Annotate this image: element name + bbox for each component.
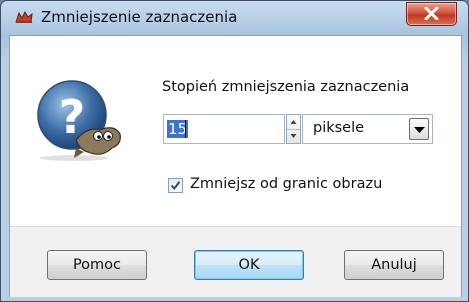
- text-caret: [185, 120, 186, 138]
- help-question-wilber-icon: ?: [36, 78, 124, 162]
- ok-button[interactable]: OK: [194, 250, 304, 280]
- cancel-button[interactable]: Anuluj: [344, 250, 444, 280]
- unit-select-value: piksele: [313, 120, 365, 136]
- amount-spin-button[interactable]: [286, 114, 301, 144]
- cancel-button-label: Anuluj: [371, 257, 417, 273]
- unit-select[interactable]: piksele: [302, 114, 433, 144]
- dialog-body: ? Stopień zmniejszenia zaznaczenia 15 pi…: [9, 35, 462, 297]
- window-title: Zmniejszenie zaznaczenia: [41, 8, 238, 26]
- spin-down-button[interactable]: [287, 129, 300, 143]
- spin-up-button[interactable]: [287, 115, 300, 130]
- shrink-from-border-checkbox[interactable]: [168, 178, 183, 193]
- ok-button-label: OK: [238, 257, 260, 273]
- checkmark-icon: [170, 181, 181, 191]
- help-button-label: Pomoc: [72, 257, 122, 273]
- shrink-amount-input[interactable]: 15: [163, 114, 285, 144]
- shrink-amount-heading: Stopień zmniejszenia zaznaczenia: [162, 79, 410, 95]
- close-icon: [424, 7, 439, 20]
- spin-up-icon: [290, 120, 297, 124]
- spin-down-icon: [290, 134, 297, 138]
- unit-dropdown-button[interactable]: [409, 118, 429, 140]
- gimp-app-icon: [15, 10, 33, 24]
- close-button[interactable]: [406, 2, 457, 26]
- chevron-down-icon: [414, 127, 425, 133]
- title-bar[interactable]: Zmniejszenie zaznaczenia: [1, 1, 468, 35]
- shrink-from-border-label[interactable]: Zmniejsz od granic obrazu: [190, 176, 382, 192]
- help-button[interactable]: Pomoc: [47, 250, 147, 280]
- dialog-window: Zmniejszenie zaznaczenia ? Stopień zmnie…: [0, 0, 469, 302]
